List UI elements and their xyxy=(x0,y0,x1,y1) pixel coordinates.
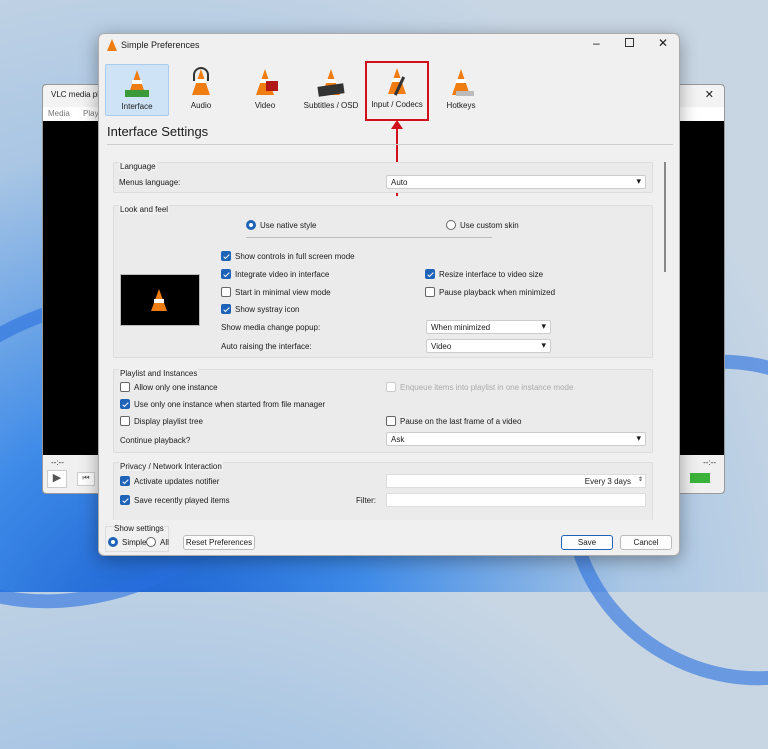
group-title: Language xyxy=(119,162,157,171)
continue-playback-select[interactable]: Ask xyxy=(386,432,646,446)
pause-last-frame-checkbox[interactable]: Pause on the last frame of a video xyxy=(386,416,521,426)
hotkeys-icon xyxy=(446,67,476,99)
checkbox-label: Save recently played items xyxy=(134,495,230,505)
cancel-button[interactable]: Cancel xyxy=(620,535,672,550)
divider xyxy=(246,237,492,238)
interface-preview-image xyxy=(120,274,200,326)
divider xyxy=(107,144,673,145)
checkbox-label: Use only one instance when started from … xyxy=(134,399,326,409)
checkbox-label: Allow only one instance xyxy=(134,382,218,392)
checkbox-label: Show systray icon xyxy=(235,304,300,314)
category-label: Hotkeys xyxy=(446,101,476,110)
checkbox-label: Pause on the last frame of a video xyxy=(400,416,522,426)
minimize-icon[interactable]: – xyxy=(593,36,600,50)
systray-icon-checkbox[interactable]: Show systray icon xyxy=(221,304,299,314)
spinbox-value: Every 3 days xyxy=(584,477,631,486)
checkbox-label: Integrate video in interface xyxy=(235,269,330,279)
save-recent-checkbox[interactable]: Save recently played items xyxy=(120,495,230,505)
checkbox-label: Resize interface to video size xyxy=(439,269,544,279)
checkbox-label: Display playlist tree xyxy=(134,416,203,426)
previous-button[interactable]: ⏮ xyxy=(77,472,95,486)
category-input-codecs[interactable]: Input / Codecs xyxy=(365,61,429,121)
integrate-video-checkbox[interactable]: Integrate video in interface xyxy=(221,269,329,279)
scrollbar[interactable] xyxy=(664,162,666,272)
subtitles-icon xyxy=(316,67,346,99)
category-video[interactable]: Video xyxy=(233,64,297,116)
close-icon[interactable]: ✕ xyxy=(658,36,668,50)
playlist-group: Playlist and Instances Allow only one in… xyxy=(113,369,653,453)
checkbox-label: Pause playback when minimized xyxy=(439,287,556,297)
menu-media[interactable]: Media xyxy=(48,109,70,118)
reset-preferences-button[interactable]: Reset Preferences xyxy=(183,535,255,550)
category-label: Interface xyxy=(121,102,153,111)
category-label: Input / Codecs xyxy=(371,100,423,109)
checkbox-label: Enqueue items into playlist in one insta… xyxy=(400,382,574,392)
privacy-group: Privacy / Network Interaction Activate u… xyxy=(113,462,653,520)
category-audio[interactable]: Audio xyxy=(169,64,233,116)
category-label: Video xyxy=(254,101,276,110)
video-icon xyxy=(250,67,280,99)
simple-radio[interactable]: Simple xyxy=(108,537,146,547)
play-button[interactable]: ▶ xyxy=(47,470,67,488)
group-title: Look and feel xyxy=(119,205,170,214)
time-total: --:-- xyxy=(703,458,716,467)
enqueue-checkbox[interactable]: Enqueue items into playlist in one insta… xyxy=(386,382,573,392)
radio-label: Simple xyxy=(122,537,147,547)
dialog-title: Simple Preferences xyxy=(121,40,200,50)
show-settings-group: Show settings Simple All xyxy=(105,524,169,552)
look-and-feel-group: Look and feel Use native style Use custo… xyxy=(113,205,653,358)
auto-raise-select[interactable]: Video xyxy=(426,339,551,353)
filter-input[interactable] xyxy=(386,493,646,507)
media-popup-label: Show media change popup: xyxy=(221,323,321,332)
media-popup-select[interactable]: When minimized xyxy=(426,320,551,334)
language-group: Language Menus language: Auto xyxy=(113,162,653,193)
filter-label: Filter: xyxy=(356,496,376,505)
playlist-tree-checkbox[interactable]: Display playlist tree xyxy=(120,416,203,426)
resize-interface-checkbox[interactable]: Resize interface to video size xyxy=(425,269,543,279)
codecs-icon xyxy=(382,66,412,98)
radio-label: All xyxy=(160,537,169,547)
pause-minimized-checkbox[interactable]: Pause playback when minimized xyxy=(425,287,555,297)
radio-label: Use native style xyxy=(260,220,317,230)
category-label: Subtitles / OSD xyxy=(303,101,359,110)
vlc-logo-icon xyxy=(107,39,117,51)
native-style-radio[interactable]: Use native style xyxy=(246,220,316,230)
continue-playback-label: Continue playback? xyxy=(120,436,191,445)
radio-label: Use custom skin xyxy=(460,220,519,230)
group-title: Playlist and Instances xyxy=(119,369,199,378)
custom-skin-radio[interactable]: Use custom skin xyxy=(446,220,519,230)
preferences-dialog: Simple Preferences – ✕ Interface Audio V… xyxy=(98,33,680,556)
category-label: Audio xyxy=(190,101,212,110)
one-instance-checkbox[interactable]: Allow only one instance xyxy=(120,382,218,392)
vlc-close-icon[interactable]: ✕ xyxy=(705,88,714,101)
volume-bar[interactable] xyxy=(690,473,710,483)
all-radio[interactable]: All xyxy=(146,537,169,547)
checkbox-label: Show controls in full screen mode xyxy=(235,251,355,261)
audio-icon xyxy=(186,67,216,99)
update-interval-spinbox[interactable]: Every 3 days ⇕ xyxy=(386,474,646,488)
category-hotkeys[interactable]: Hotkeys xyxy=(429,64,493,116)
group-title: Privacy / Network Interaction xyxy=(119,462,223,471)
category-interface[interactable]: Interface xyxy=(105,64,169,116)
maximize-icon[interactable] xyxy=(625,38,634,47)
show-controls-fullscreen-checkbox[interactable]: Show controls in full screen mode xyxy=(221,251,355,261)
checkbox-label: Activate updates notifier xyxy=(134,476,220,486)
updates-notifier-checkbox[interactable]: Activate updates notifier xyxy=(120,476,219,486)
spin-arrows-icon[interactable]: ⇕ xyxy=(638,476,643,483)
minimal-view-checkbox[interactable]: Start in minimal view mode xyxy=(221,287,331,297)
auto-raise-label: Auto raising the interface: xyxy=(221,342,312,351)
category-subtitles-osd[interactable]: Subtitles / OSD xyxy=(297,64,365,116)
group-title: Show settings xyxy=(114,524,164,533)
annotation-arrow-head xyxy=(391,120,403,129)
time-elapsed: --:-- xyxy=(51,458,64,467)
interface-icon xyxy=(122,68,152,100)
save-button[interactable]: Save xyxy=(561,535,613,550)
checkbox-label: Start in minimal view mode xyxy=(235,287,331,297)
menus-language-label: Menus language: xyxy=(119,178,181,187)
file-manager-instance-checkbox[interactable]: Use only one instance when started from … xyxy=(120,399,325,409)
page-title: Interface Settings xyxy=(107,124,209,139)
menus-language-select[interactable]: Auto xyxy=(386,175,646,189)
